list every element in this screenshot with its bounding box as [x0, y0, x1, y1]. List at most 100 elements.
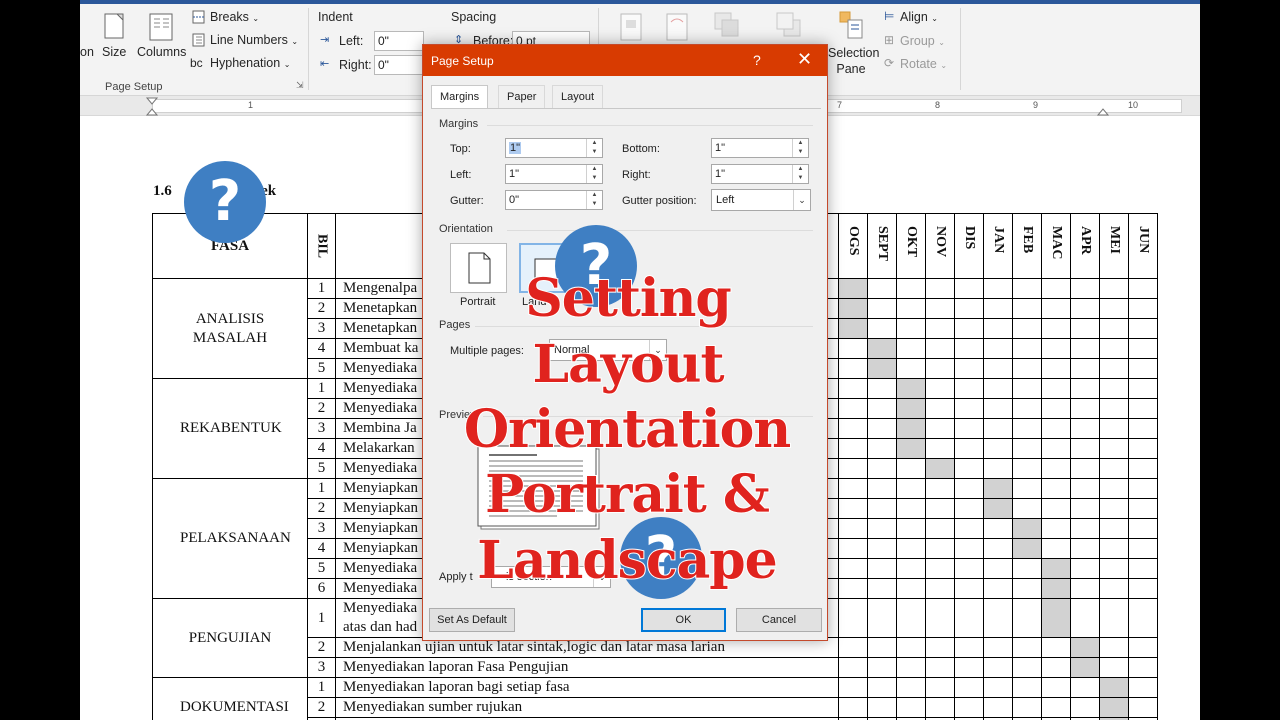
schedule-cell — [925, 657, 955, 678]
schedule-cell — [1012, 578, 1042, 599]
spinner-arrows-icon[interactable]: ▲ ▼ — [586, 191, 602, 209]
header-month: JUN — [1128, 213, 1158, 279]
align-icon[interactable]: ⊨ — [884, 9, 894, 23]
right-indent-marker-icon[interactable] — [1097, 97, 1109, 117]
selection-pane-button[interactable]: Selection Pane — [828, 45, 879, 77]
schedule-cell — [1041, 378, 1071, 399]
spinner-arrows-icon[interactable]: ▲ ▼ — [586, 165, 602, 183]
hyphenation-button[interactable]: Hyphenation ⌄ — [210, 56, 290, 70]
schedule-cell — [1041, 538, 1071, 559]
indent-right-input[interactable]: 0" — [374, 55, 424, 75]
gutter-input[interactable]: 0" ▲ ▼ — [505, 190, 603, 210]
schedule-cell — [1070, 558, 1100, 579]
wrap-text-icon[interactable] — [664, 12, 692, 42]
align-button[interactable]: Align ⌄ — [900, 10, 938, 24]
phase-name-text: PELAKSANAAN — [180, 530, 291, 546]
chevron-down-icon: ⌄ — [649, 340, 666, 360]
apply-to-select[interactable]: is section ⌄ — [491, 566, 611, 588]
schedule-cell — [1128, 458, 1158, 479]
right-margin-input[interactable]: 1" ▲ ▼ — [711, 164, 809, 184]
schedule-cell — [1041, 458, 1071, 479]
margins-group-label: Margins — [439, 118, 479, 130]
schedule-cell-filled — [983, 478, 1013, 499]
spinner-arrows-icon[interactable]: ▲ ▼ — [792, 165, 808, 183]
tab-margins[interactable]: Margins — [431, 85, 489, 109]
schedule-cell — [954, 458, 984, 479]
set-as-default-button[interactable]: Set As Default — [429, 608, 515, 632]
schedule-cell — [925, 637, 955, 658]
selection-pane-icon[interactable] — [836, 10, 866, 42]
send-backward-icon[interactable] — [774, 10, 804, 40]
indent-left-input[interactable]: 0" — [374, 31, 424, 51]
size-button[interactable]: Size — [102, 45, 126, 59]
schedule-cell — [1099, 498, 1129, 519]
group-icon[interactable]: ⊞ — [884, 33, 894, 47]
task-cell[interactable]: Menyediakan laporan Fasa Pengujian — [335, 657, 839, 678]
line-numbers-button[interactable]: Line Numbers ⌄ — [210, 33, 298, 47]
schedule-cell-filled — [838, 278, 868, 299]
schedule-cell — [1070, 538, 1100, 559]
rotate-button[interactable]: Rotate ⌄ — [900, 57, 947, 71]
multiple-pages-select[interactable]: Normal ⌄ — [549, 339, 667, 361]
page-setup-launcher-icon[interactable]: ⇲ — [296, 80, 304, 91]
ruler-tick: 8 — [935, 100, 941, 110]
schedule-cell — [896, 278, 926, 299]
header-month: FEB — [1012, 213, 1042, 279]
ok-button[interactable]: OK — [641, 608, 726, 632]
columns-icon[interactable] — [148, 12, 176, 42]
size-icon[interactable] — [102, 12, 128, 42]
tab-layout[interactable]: Layout — [552, 85, 604, 108]
schedule-cell — [838, 338, 868, 359]
bottom-label: Bottom: — [622, 143, 660, 155]
left-margin-input[interactable]: 1" ▲ ▼ — [505, 164, 603, 184]
position-icon[interactable] — [618, 12, 646, 42]
landscape-button[interactable] — [519, 243, 576, 293]
row-number: 5 — [307, 558, 336, 579]
gutter-position-value: Left — [716, 194, 735, 206]
top-margin-input[interactable]: 1" ▲ ▼ — [505, 138, 603, 158]
cancel-button[interactable]: Cancel — [736, 608, 822, 632]
portrait-button[interactable] — [450, 243, 507, 293]
indent-left-icon: ⇥ — [320, 34, 330, 46]
schedule-cell — [867, 378, 897, 399]
breaks-button[interactable]: Breaks ⌄ — [210, 10, 259, 24]
hyphenation-icon[interactable]: bc — [190, 56, 203, 70]
help-icon[interactable]: ? — [753, 52, 761, 68]
schedule-cell — [954, 418, 984, 439]
schedule-cell-filled — [1012, 518, 1042, 539]
indent-marker-icon[interactable] — [146, 97, 158, 117]
schedule-cell — [1128, 697, 1158, 718]
bottom-margin-input[interactable]: 1" ▲ ▼ — [711, 138, 809, 158]
schedule-cell — [1012, 478, 1042, 499]
schedule-cell — [1041, 338, 1071, 359]
breaks-icon[interactable] — [192, 10, 206, 24]
schedule-cell — [1070, 677, 1100, 698]
close-icon[interactable]: ✕ — [797, 49, 812, 70]
schedule-cell-filled — [1099, 677, 1129, 698]
schedule-cell — [896, 657, 926, 678]
schedule-cell-filled — [1041, 558, 1071, 579]
group-button[interactable]: Group ⌄ — [900, 34, 945, 48]
task-cell[interactable]: Menyediakan sumber rujukan — [335, 697, 839, 718]
schedule-cell — [954, 538, 984, 559]
month-label: JUN — [1136, 226, 1151, 254]
schedule-cell-filled — [838, 318, 868, 339]
tab-paper[interactable]: Paper — [498, 85, 546, 108]
line-numbers-icon[interactable] — [192, 33, 206, 47]
schedule-cell — [1041, 358, 1071, 379]
spinner-arrows-icon[interactable]: ▲ ▼ — [586, 139, 602, 157]
task-cell[interactable]: Menyediakan laporan bagi setiap fasa — [335, 677, 839, 698]
page-setup-dialog: Page Setup ? ✕ Margins Paper Layout Marg… — [422, 44, 828, 641]
rotate-icon[interactable]: ⟳ — [884, 56, 894, 70]
margins-button-label[interactable]: on — [80, 45, 94, 59]
schedule-cell — [838, 558, 868, 579]
dialog-titlebar[interactable]: Page Setup ? ✕ — [423, 45, 827, 76]
spinner-arrows-icon[interactable]: ▲ ▼ — [792, 139, 808, 157]
columns-button[interactable]: Columns — [137, 45, 186, 59]
bring-forward-icon[interactable] — [712, 10, 742, 40]
header-month: MAC — [1041, 213, 1071, 279]
schedule-cell — [954, 598, 984, 638]
gutter-position-select[interactable]: Left ⌄ — [711, 189, 811, 211]
row-number: 2 — [307, 498, 336, 519]
schedule-cell — [954, 338, 984, 359]
